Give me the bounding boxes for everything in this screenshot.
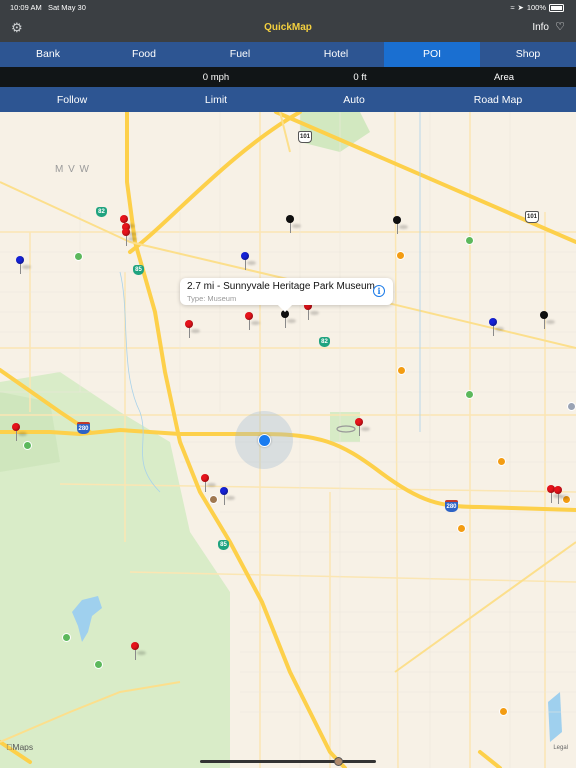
route-shield-101: 101	[298, 131, 312, 143]
shopping-icon[interactable]	[499, 707, 508, 716]
poi-pin-black[interactable]	[286, 215, 301, 237]
city-label: M V W	[55, 164, 90, 175]
home-indicator-knob	[334, 757, 343, 766]
nav-bar: ⚙ QuickMap Info ♡	[0, 14, 576, 42]
poi-pin-blue[interactable]	[16, 256, 31, 278]
route-shield-280: 280	[445, 500, 458, 512]
shopping-icon[interactable]	[497, 457, 506, 466]
poi-pin-red[interactable]	[12, 423, 27, 445]
route-shield-82: 82	[319, 337, 330, 347]
poi-pin-red[interactable]	[355, 418, 370, 440]
poi-pin-black[interactable]	[393, 216, 408, 238]
legal-link[interactable]: Legal	[553, 745, 568, 751]
pond	[548, 692, 562, 742]
map-view[interactable]: M V W 82 85 101 101 82 280 280 85 2.7 mi…	[0, 112, 576, 768]
poi-pin-black-selected[interactable]	[281, 310, 296, 332]
info-icon[interactable]: i	[373, 285, 385, 297]
heart-icon[interactable]: ♡	[555, 20, 565, 33]
route-shield-85: 85	[218, 540, 229, 550]
tab-shop[interactable]: Shop	[480, 42, 576, 67]
status-bar: 10:09 AM Sat May 30 ≈ ➤ 100%	[0, 0, 576, 14]
poi-pin-blue[interactable]	[220, 487, 235, 509]
landmark-icon[interactable]	[567, 402, 576, 411]
wifi-icon: ≈	[510, 3, 515, 12]
park-icon[interactable]	[94, 660, 103, 669]
user-location-dot	[258, 434, 271, 447]
battery-icon	[549, 3, 564, 12]
altitude-readout: 0 ft	[353, 72, 367, 83]
info-bar: 0 mph 0 ft Area	[0, 67, 576, 87]
tab-hotel[interactable]: Hotel	[288, 42, 384, 67]
map-type-button[interactable]: Road Map	[474, 94, 522, 106]
park-icon[interactable]	[23, 441, 32, 450]
area-readout[interactable]: Area	[494, 72, 514, 83]
speed-readout: 0 mph	[202, 72, 230, 83]
app-title: QuickMap	[264, 22, 312, 33]
callout-title: 2.7 mi - Sunnyvale Heritage Park Museum	[187, 281, 375, 292]
poi-pin-red[interactable]	[201, 474, 216, 496]
tab-food[interactable]: Food	[96, 42, 192, 67]
category-tabs: Bank Food Fuel Hotel POI Shop	[0, 42, 576, 67]
status-time: 10:09 AM Sat May 30	[10, 3, 86, 12]
poi-pin-red[interactable]	[304, 302, 319, 324]
poi-pin-black[interactable]	[540, 311, 555, 333]
shopping-icon[interactable]	[397, 366, 406, 375]
control-bar: Follow Limit Auto Road Map	[0, 87, 576, 112]
museum-icon[interactable]	[209, 495, 218, 504]
follow-button[interactable]: Follow	[57, 94, 87, 106]
auto-button[interactable]: Auto	[343, 94, 365, 106]
location-icon: ➤	[517, 3, 524, 12]
route-shield-85: 85	[133, 265, 144, 275]
poi-callout[interactable]: 2.7 mi - Sunnyvale Heritage Park Museum …	[180, 278, 393, 305]
home-indicator[interactable]	[200, 760, 376, 763]
route-shield-82: 82	[96, 207, 107, 217]
maps-attribution[interactable]: Maps	[6, 742, 33, 752]
park-icon[interactable]	[62, 633, 71, 642]
info-button[interactable]: Info	[532, 22, 549, 33]
poi-pin-blue[interactable]	[241, 252, 256, 274]
route-shield-280: 280	[77, 422, 90, 434]
shopping-icon[interactable]	[396, 251, 405, 260]
callout-subtitle: Type: Museum	[187, 294, 237, 303]
status-right: ≈ ➤ 100%	[510, 3, 564, 12]
poi-pin-red[interactable]	[131, 642, 146, 664]
battery-percent: 100%	[526, 3, 546, 12]
poi-pin-blue[interactable]	[489, 318, 504, 340]
shopping-icon[interactable]	[457, 524, 466, 533]
tab-poi[interactable]: POI	[384, 42, 480, 67]
poi-pin-red[interactable]	[554, 486, 569, 508]
poi-pin-red[interactable]	[122, 228, 137, 250]
route-shield-101: 101	[525, 211, 539, 223]
poi-pin-red[interactable]	[185, 320, 200, 342]
park-icon[interactable]	[465, 236, 474, 245]
limit-button[interactable]: Limit	[205, 94, 227, 106]
poi-pin-red[interactable]	[245, 312, 260, 334]
park-icon[interactable]	[74, 252, 83, 261]
tab-bank[interactable]: Bank	[0, 42, 96, 67]
park-icon[interactable]	[465, 390, 474, 399]
tab-fuel[interactable]: Fuel	[192, 42, 288, 67]
